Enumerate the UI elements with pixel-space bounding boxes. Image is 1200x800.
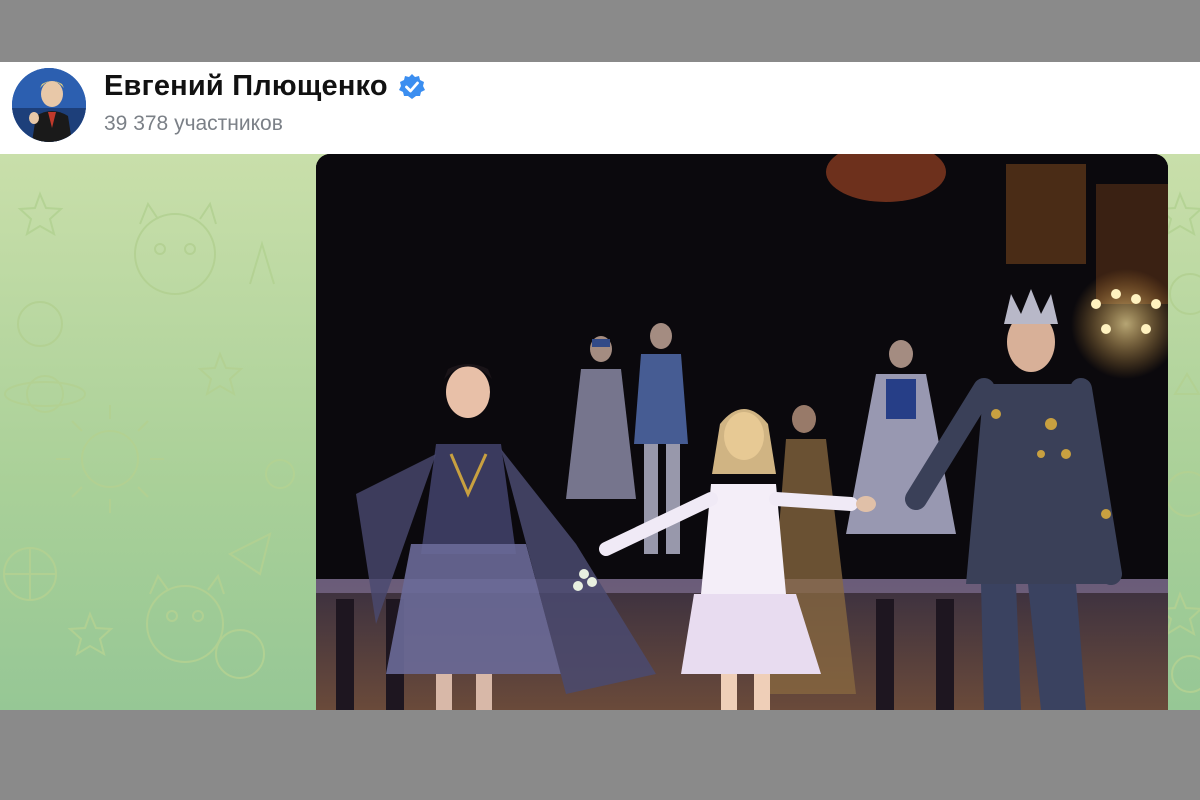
channel-title[interactable]: Евгений Плющенко [104,70,426,103]
channel-header[interactable]: Евгений Плющенко 39 378 участников [0,62,1200,154]
top-frame [0,0,1200,62]
bottom-frame [0,710,1200,800]
photo-message[interactable] [316,154,1168,710]
channel-name[interactable]: Евгений Плющенко [104,70,388,103]
figure-skating-photo [316,154,1168,710]
channel-avatar[interactable] [12,68,86,142]
chat-background [0,154,1200,710]
members-count: 39 378 участников [104,112,283,135]
verified-badge-icon [398,73,426,101]
